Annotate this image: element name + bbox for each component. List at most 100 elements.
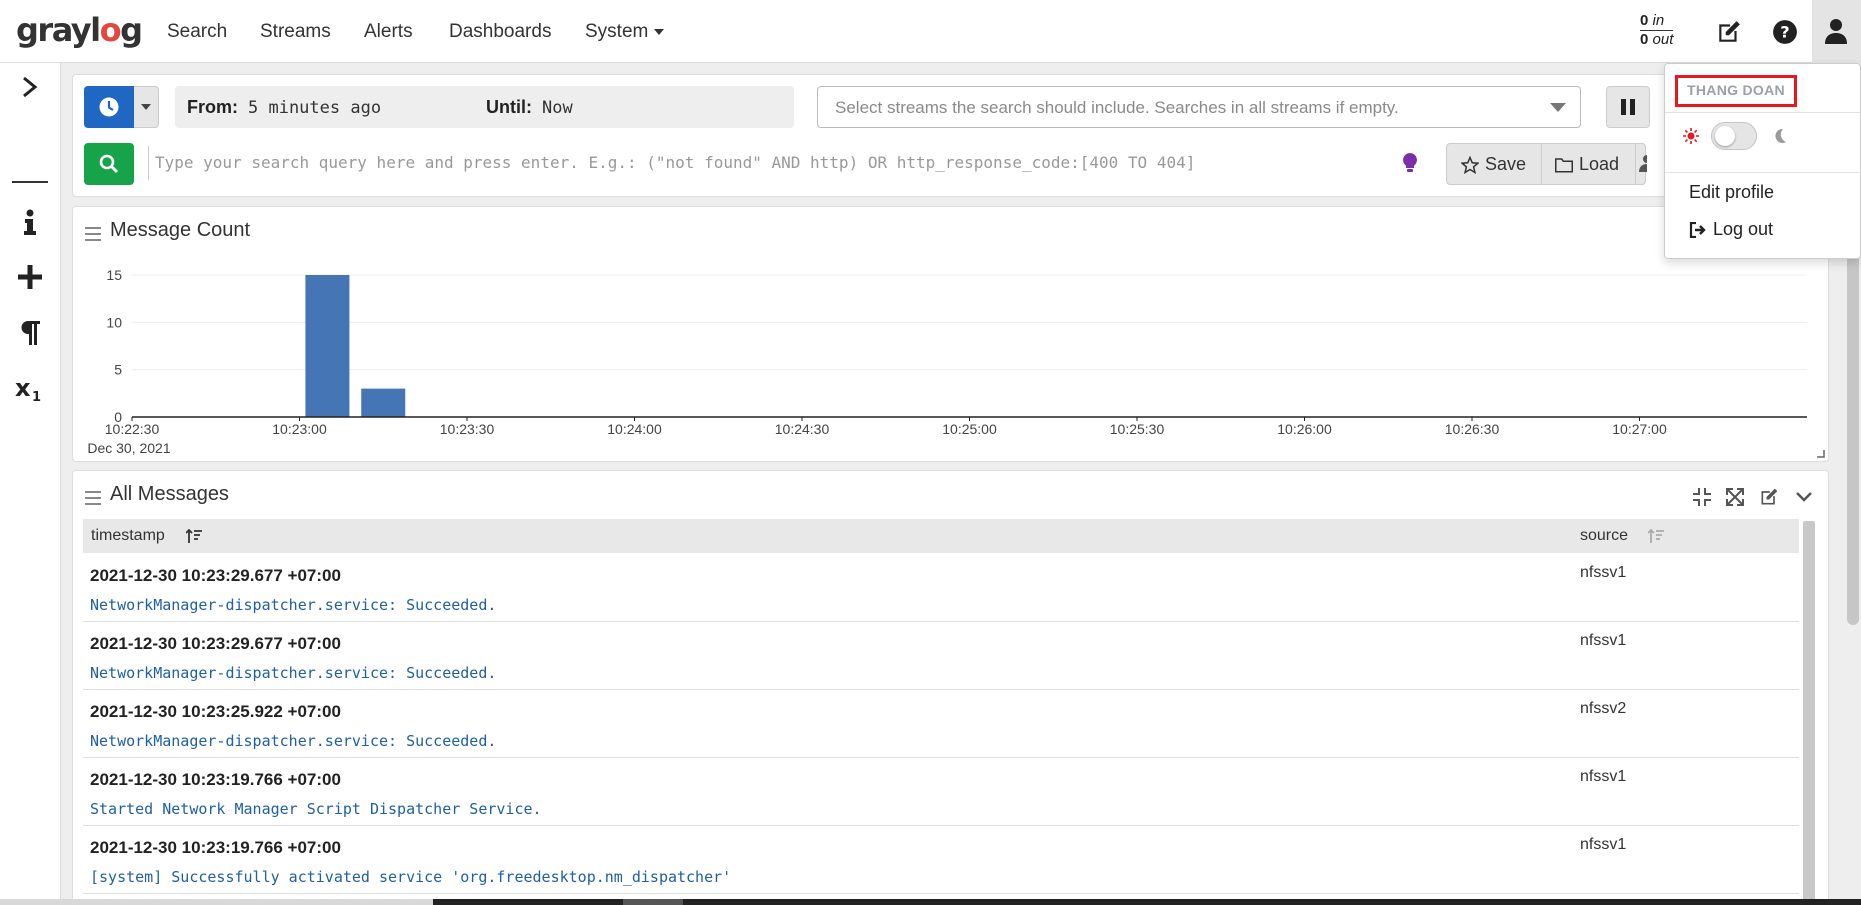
sidebar-fields-button[interactable]: x1 — [12, 371, 48, 407]
table-row[interactable]: 2021-12-30 10:23:25.922 +07:00 NetworkMan… — [83, 690, 1799, 758]
pause-icon — [1621, 99, 1635, 115]
lightbulb-icon[interactable] — [1402, 153, 1418, 173]
widget-title: All Messages — [110, 483, 229, 505]
nav-system-label: System — [585, 21, 649, 42]
nav-alerts[interactable]: Alerts — [364, 20, 413, 44]
messages-scrollbar[interactable] — [1803, 521, 1815, 905]
from-label: From: — [187, 97, 238, 117]
caret-down-icon — [141, 104, 151, 110]
user-dropdown-menu: THANG DOAN Edit profile Log out — [1664, 63, 1861, 259]
toggle-knob — [1715, 126, 1735, 146]
message-text: Started Network Manager Script Dispatche… — [90, 800, 542, 818]
star-icon — [1461, 155, 1479, 174]
user-menu-button[interactable] — [1812, 0, 1861, 63]
table-row[interactable]: 2021-12-30 10:23:29.677 +07:00 NetworkMan… — [83, 554, 1799, 622]
streams-select[interactable]: Select streams the search should include… — [817, 86, 1581, 128]
x-tick-label: 10:23:00 — [272, 421, 327, 437]
message-count-widget: Message Count 0 5 10 15 10:22:30 10:23:00 10:2… — [72, 206, 1829, 462]
load-search-button[interactable]: Load — [1555, 154, 1619, 175]
nav-dashboards[interactable]: Dashboards — [449, 20, 551, 44]
x-date-label: Dec 30, 2021 — [87, 440, 170, 456]
refresh-pause-button[interactable] — [1606, 86, 1650, 128]
menu-divider — [1665, 112, 1861, 113]
load-label: Load — [1579, 154, 1620, 174]
message-source: nfssv1 — [1580, 836, 1627, 853]
subscript-icon: x1 — [15, 377, 41, 401]
compress-icon[interactable] — [1693, 488, 1711, 506]
button-divider — [1541, 144, 1542, 184]
x-tick-label: 10:24:00 — [607, 421, 662, 437]
top-navbar: graylog Search Streams Alerts Dashboards… — [0, 0, 1861, 63]
nav-streams[interactable]: Streams — [260, 20, 331, 44]
search-icon — [99, 154, 119, 174]
y-tick-label: 5 — [114, 362, 122, 378]
search-query-input[interactable]: Type your search query here and press en… — [148, 146, 1396, 180]
theme-toggle[interactable] — [1711, 122, 1757, 150]
logout-label: Log out — [1713, 219, 1774, 239]
logout-link[interactable]: Log out — [1689, 219, 1773, 240]
message-text: NetworkManager-dispatcher.service: Succe… — [90, 664, 497, 682]
sun-icon — [1683, 128, 1699, 144]
share-search-button[interactable] — [1637, 154, 1647, 172]
x-tick-label: 10:26:00 — [1277, 421, 1332, 437]
y-tick-label: 10 — [106, 314, 122, 330]
throughput-indicator[interactable]: 0 in 0 out — [1640, 12, 1674, 49]
sidebar-highlighting-button[interactable] — [12, 315, 48, 351]
expand-icon[interactable] — [1726, 488, 1744, 506]
save-search-button[interactable]: Save — [1461, 154, 1526, 175]
column-header-source[interactable]: source — [1580, 527, 1628, 545]
sort-icon[interactable] — [186, 529, 202, 543]
save-label: Save — [1485, 154, 1527, 174]
edit-profile-link[interactable]: Edit profile — [1689, 182, 1774, 203]
edit-icon[interactable] — [1759, 487, 1779, 507]
page-scrollbar[interactable] — [1847, 230, 1859, 625]
caret-down-icon — [1550, 103, 1566, 112]
column-header-timestamp[interactable]: timestamp — [91, 527, 165, 545]
x-tick-label: 10:23:30 — [440, 421, 495, 437]
info-icon — [24, 209, 36, 235]
table-row[interactable]: 2021-12-30 10:23:19.766 +07:00 [system] S… — [83, 826, 1799, 894]
sidebar: x1 — [0, 63, 61, 905]
resize-handle-icon[interactable] — [1817, 450, 1825, 458]
nav-search[interactable]: Search — [167, 20, 227, 44]
x-tick-label: 10:26:30 — [1445, 421, 1500, 437]
throughput-in-label: in — [1652, 12, 1665, 29]
sort-icon[interactable] — [1648, 529, 1664, 543]
messages-table-header: timestamp source — [83, 519, 1799, 553]
chart-bar — [305, 275, 350, 417]
search-button[interactable] — [84, 143, 134, 185]
table-row[interactable]: 2021-12-30 10:23:19.766 +07:00 Started Ne… — [83, 758, 1799, 826]
x-tick-label: 10:27:00 — [1612, 421, 1667, 437]
message-text: NetworkManager-dispatcher.service: Succe… — [90, 732, 497, 750]
message-timestamp: 2021-12-30 10:23:29.677 +07:00 — [90, 566, 341, 585]
menu-divider — [1665, 172, 1861, 173]
table-row[interactable]: 2021-12-30 10:23:29.677 +07:00 NetworkMan… — [83, 622, 1799, 690]
until-value: Now — [542, 98, 573, 118]
until-label: Until: — [486, 97, 532, 117]
x-tick-label: 10:24:30 — [775, 421, 830, 437]
paragraph-icon — [21, 321, 40, 345]
x-tick-label: 10:22:30 — [105, 421, 160, 437]
message-text: NetworkManager-dispatcher.service: Succe… — [90, 596, 497, 614]
y-tick-label: 15 — [106, 267, 122, 283]
svg-text:x: x — [15, 377, 31, 401]
user-icon — [1639, 155, 1647, 172]
sidebar-info-button[interactable] — [12, 204, 48, 240]
help-button[interactable]: ? — [1767, 14, 1803, 50]
time-range-type-button[interactable] — [84, 86, 134, 128]
graylog-logo[interactable]: graylog — [16, 10, 143, 50]
sidebar-create-button[interactable] — [12, 259, 48, 295]
expand-sidebar-button[interactable] — [12, 69, 48, 105]
current-username: THANG DOAN — [1675, 75, 1797, 107]
question-circle-icon: ? — [1773, 20, 1797, 44]
throughput-in-value: 0 — [1640, 12, 1649, 29]
nav-system[interactable]: System — [585, 20, 664, 44]
edit-icon — [1719, 21, 1740, 42]
button-divider — [1635, 144, 1636, 184]
drag-handle-icon[interactable] — [85, 491, 101, 509]
message-source: nfssv1 — [1580, 768, 1627, 785]
chevron-down-icon[interactable] — [1795, 490, 1813, 504]
scratchpad-button[interactable] — [1711, 14, 1747, 50]
time-range-dropdown-toggle[interactable] — [134, 86, 159, 128]
time-range-display[interactable]: From: 5 minutes ago Until: Now — [175, 86, 794, 128]
